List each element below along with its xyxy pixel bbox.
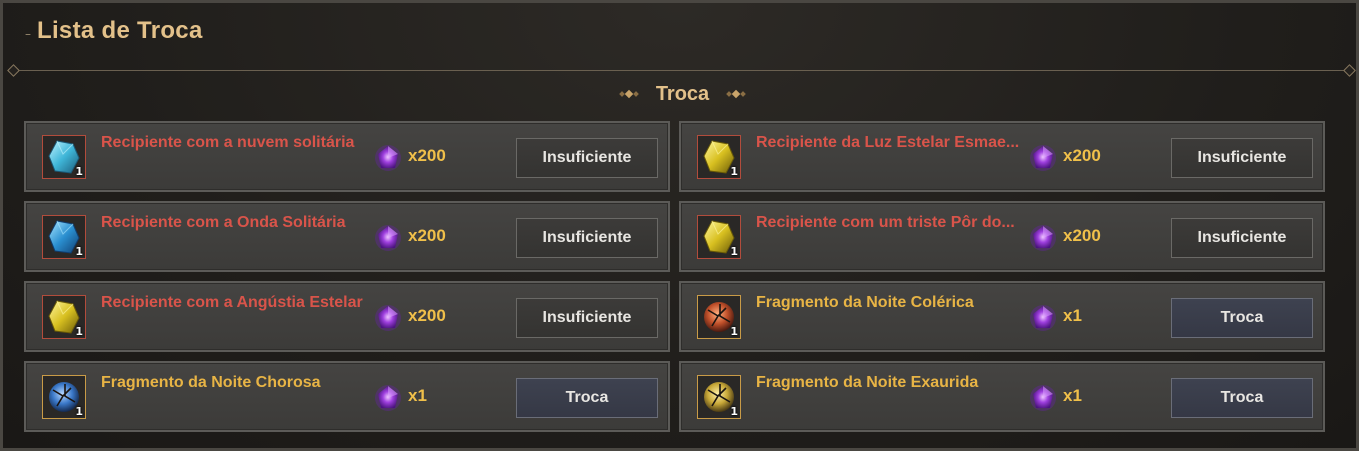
insufficient-button[interactable]: Insuficiente bbox=[516, 138, 658, 178]
item-quantity: 1 bbox=[730, 165, 738, 178]
cyan-crystal-icon[interactable]: 1 bbox=[42, 135, 86, 179]
section-title: Troca bbox=[655, 82, 710, 105]
yellow-crystal-icon[interactable]: 1 bbox=[697, 215, 741, 259]
item-name: Recipiente com a nuvem solitária bbox=[101, 134, 355, 151]
item-name: Fragmento da Noite Exaurida bbox=[756, 374, 979, 391]
purple-gem-icon bbox=[373, 223, 403, 253]
yellow-crystal-icon[interactable]: 1 bbox=[697, 135, 741, 179]
item-cost: x1 bbox=[408, 386, 427, 405]
section-header: Troca bbox=[3, 81, 1359, 107]
red-fragment-icon[interactable]: 1 bbox=[697, 295, 741, 339]
exchange-row: 1 Fragmento da Noite Chorosa x1 Troca bbox=[24, 361, 670, 432]
insufficient-button[interactable]: Insuficiente bbox=[516, 298, 658, 338]
exchange-row: 1 Recipiente com um triste Pôr do... x200 I… bbox=[679, 201, 1325, 272]
divider-left-ornament bbox=[7, 64, 20, 77]
purple-gem-icon bbox=[1028, 383, 1058, 413]
item-name: Fragmento da Noite Colérica bbox=[756, 294, 974, 311]
exchange-button[interactable]: Troca bbox=[1171, 378, 1313, 418]
exchange-row: 1 Fragmento da Noite Exaurida x1 Troca bbox=[679, 361, 1325, 432]
item-quantity: 1 bbox=[730, 245, 738, 258]
purple-gem-icon bbox=[1028, 303, 1058, 333]
item-name: Recipiente com um triste Pôr do... bbox=[756, 214, 1015, 231]
blue-fragment-icon[interactable]: 1 bbox=[42, 375, 86, 419]
item-quantity: 1 bbox=[730, 325, 738, 338]
purple-gem-icon bbox=[373, 143, 403, 173]
exchange-row: 1 Recipiente com a Angústia Estelar x200 In… bbox=[24, 281, 670, 352]
exchange-button[interactable]: Troca bbox=[516, 378, 658, 418]
blue-crystal-icon[interactable]: 1 bbox=[42, 215, 86, 259]
item-cost: x200 bbox=[1063, 226, 1101, 245]
exchange-row: 1 Recipiente com a Onda Solitária x200 Insu… bbox=[24, 201, 670, 272]
item-name: Fragmento da Noite Chorosa bbox=[101, 374, 321, 391]
purple-gem-icon bbox=[373, 383, 403, 413]
collapse-icon[interactable]: – bbox=[25, 27, 31, 41]
insufficient-button[interactable]: Insuficiente bbox=[1171, 138, 1313, 178]
exchange-row: 1 Recipiente da Luz Estelar Esmae... x200 I… bbox=[679, 121, 1325, 192]
exchange-row: 1 Fragmento da Noite Colérica x1 Troca bbox=[679, 281, 1325, 352]
item-quantity: 1 bbox=[730, 405, 738, 418]
item-quantity: 1 bbox=[75, 405, 83, 418]
item-name: Recipiente com a Angústia Estelar bbox=[101, 294, 363, 311]
ornament-right-icon bbox=[726, 89, 747, 99]
window-title: Lista de Troca bbox=[37, 17, 203, 44]
header-divider bbox=[13, 70, 1350, 71]
item-cost: x1 bbox=[1063, 306, 1082, 325]
item-cost: x200 bbox=[408, 226, 446, 245]
yellow-crystal-icon[interactable]: 1 bbox=[42, 295, 86, 339]
insufficient-button[interactable]: Insuficiente bbox=[516, 218, 658, 258]
exchange-list-panel: – Lista de Troca Troca 1 Recipiente com a… bbox=[0, 0, 1359, 451]
yellow-fragment-icon[interactable]: 1 bbox=[697, 375, 741, 419]
item-name: Recipiente com a Onda Solitária bbox=[101, 214, 346, 231]
exchange-row: 1 Recipiente com a nuvem solitária x200 Ins… bbox=[24, 121, 670, 192]
item-quantity: 1 bbox=[75, 325, 83, 338]
item-name: Recipiente da Luz Estelar Esmae... bbox=[756, 134, 1020, 151]
item-cost: x200 bbox=[1063, 146, 1101, 165]
item-cost: x200 bbox=[408, 306, 446, 325]
item-cost: x1 bbox=[1063, 386, 1082, 405]
ornament-left-icon bbox=[618, 89, 639, 99]
purple-gem-icon bbox=[373, 303, 403, 333]
purple-gem-icon bbox=[1028, 223, 1058, 253]
insufficient-button[interactable]: Insuficiente bbox=[1171, 218, 1313, 258]
purple-gem-icon bbox=[1028, 143, 1058, 173]
window-header: – Lista de Troca bbox=[25, 15, 203, 47]
exchange-button[interactable]: Troca bbox=[1171, 298, 1313, 338]
item-quantity: 1 bbox=[75, 165, 83, 178]
item-quantity: 1 bbox=[75, 245, 83, 258]
item-cost: x200 bbox=[408, 146, 446, 165]
divider-right-ornament bbox=[1343, 64, 1356, 77]
